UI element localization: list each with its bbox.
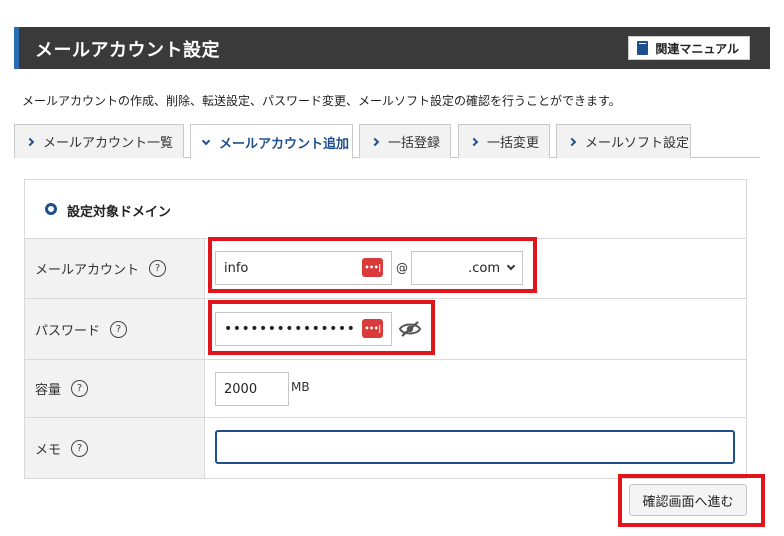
memo-content (205, 418, 746, 478)
chevron-down-icon (201, 136, 211, 145)
account-row: メールアカウント ? info •••| @ .com (25, 239, 746, 299)
chevron-down-icon (506, 261, 516, 271)
help-icon[interactable]: ? (71, 380, 89, 397)
related-manual-label: 関連マニュアル (655, 41, 739, 56)
chevron-right-icon (469, 137, 479, 146)
password-manager-icon[interactable]: •••| (362, 258, 383, 277)
account-label-cell: メールアカウント ? (25, 239, 205, 298)
tab-add-account[interactable]: メールアカウント追加 (190, 124, 353, 159)
tab-bar: メールアカウント一覧 メールアカウント追加 一括登録 一括変更 メールソフト設定 (14, 124, 760, 159)
confirm-button[interactable]: 確認画面へ進む (629, 484, 747, 516)
chevron-right-icon (567, 137, 577, 146)
related-manual-button[interactable]: 関連マニュアル (628, 36, 750, 60)
chevron-right-icon (370, 137, 380, 146)
capacity-unit: MB (291, 380, 310, 394)
tab-label: メールアカウント一覧 (43, 136, 174, 151)
memo-row: メモ ? (25, 418, 746, 478)
domain-label: 設定対象ドメイン (67, 205, 172, 220)
book-icon (637, 41, 649, 55)
tab-label: メールソフト設定 (585, 136, 690, 151)
account-form: 設定対象ドメイン メールアカウント ? info •••| @ .com パスワ… (24, 179, 747, 479)
help-icon[interactable]: ? (110, 320, 128, 338)
capacity-input[interactable]: 2000 (215, 372, 289, 406)
password-label-cell: パスワード ? (25, 299, 205, 359)
password-input[interactable]: ••••••••••••••• •••| (215, 312, 392, 346)
capacity-label-cell: 容量 ? (25, 360, 205, 417)
tab-label: 一括変更 (487, 136, 540, 151)
password-content: ••••••••••••••• •••| (205, 299, 746, 359)
tab-label: 一括登録 (388, 136, 441, 151)
account-content: info •••| @ .com (205, 239, 746, 298)
capacity-row: 容量 ? 2000 MB (25, 360, 746, 418)
page-description: メールアカウントの作成、削除、転送設定、パスワード変更、メールソフト設定の確認を… (22, 94, 621, 108)
at-sign: @ (396, 261, 408, 275)
password-value: ••••••••••••••• (224, 321, 356, 337)
tab-bulk-register[interactable]: 一括登録 (359, 124, 451, 158)
tab-label: メールアカウント追加 (219, 136, 350, 152)
domain-row: 設定対象ドメイン (25, 180, 746, 239)
page-title: メールアカウント設定 (35, 40, 220, 61)
domain-select[interactable]: .com (411, 251, 523, 285)
account-value: info (224, 260, 249, 276)
password-row: パスワード ? ••••••••••••••• •••| (25, 299, 746, 360)
memo-input[interactable] (215, 430, 735, 464)
tab-bulk-change[interactable]: 一括変更 (458, 124, 550, 158)
capacity-value: 2000 (224, 381, 258, 397)
memo-label: メモ (35, 442, 62, 458)
help-icon[interactable]: ? (71, 439, 89, 457)
page-header: メールアカウント設定 関連マニュアル (14, 27, 770, 69)
password-manager-icon[interactable]: •••| (362, 319, 383, 338)
domain-select-value: .com (468, 260, 500, 276)
memo-label-cell: メモ ? (25, 418, 205, 478)
radio-icon (45, 203, 57, 215)
account-label: メールアカウント (35, 263, 140, 278)
eye-slash-icon[interactable] (399, 320, 421, 338)
capacity-label: 容量 (35, 383, 62, 398)
help-icon[interactable]: ? (149, 260, 167, 277)
capacity-content: 2000 MB (205, 360, 746, 417)
chevron-right-icon (25, 137, 35, 146)
tab-account-list[interactable]: メールアカウント一覧 (14, 124, 184, 158)
account-input[interactable]: info •••| (215, 251, 392, 285)
tab-mail-software[interactable]: メールソフト設定 (556, 124, 691, 158)
password-label: パスワード (35, 323, 101, 339)
